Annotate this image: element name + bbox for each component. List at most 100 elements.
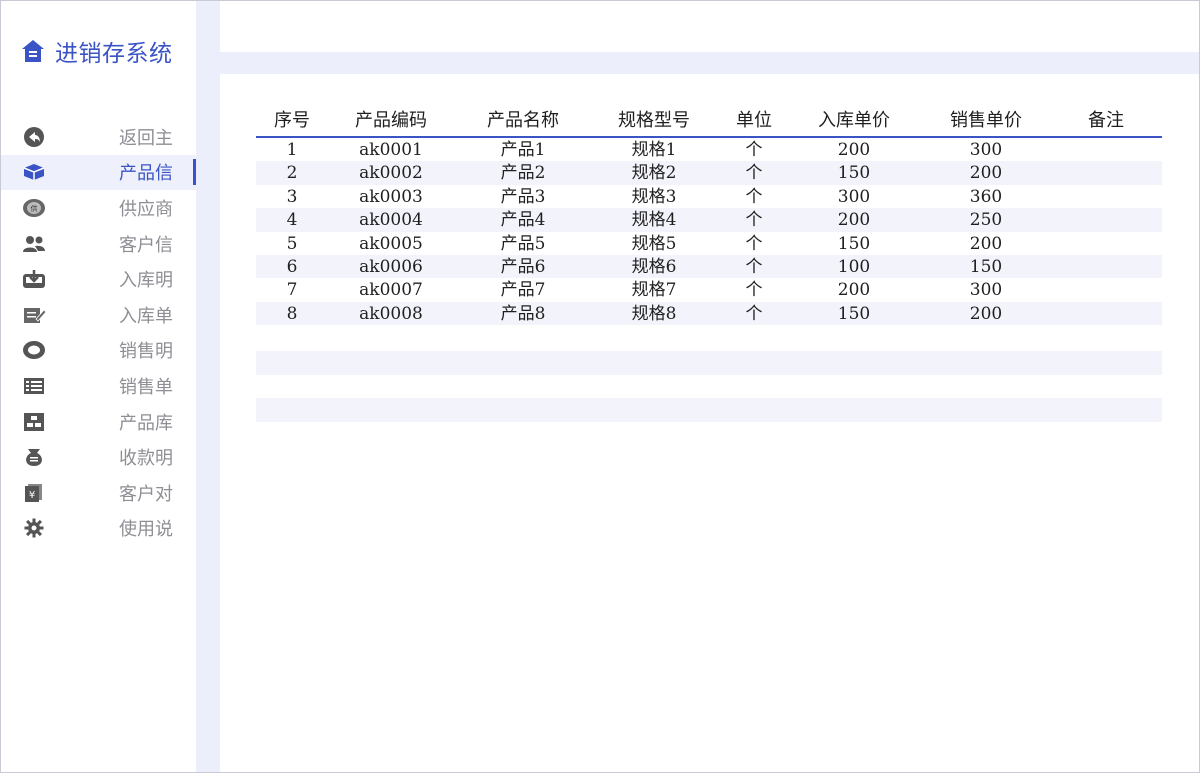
sidebar-item-label: 客户信 bbox=[119, 234, 173, 256]
cell-unit: 个 bbox=[745, 256, 763, 277]
gear-icon bbox=[21, 517, 47, 539]
sidebar-item-customer[interactable]: 客户信 bbox=[1, 226, 196, 262]
cell-unit: 个 bbox=[745, 140, 763, 160]
sidebar-item-payment-detail[interactable]: 收款明 bbox=[1, 439, 196, 475]
table-row[interactable]: 2 ak0002 产品2 规格2 个 150 200 bbox=[256, 161, 1162, 185]
cell-spec: 规格4 bbox=[631, 210, 677, 231]
cell-product-name: 产品7 bbox=[500, 280, 546, 301]
sidebar-item-label: 返回主 bbox=[119, 127, 173, 149]
cell-unit: 个 bbox=[745, 303, 763, 324]
sidebar-nav: 返回主 产品信 供 供应商 客户信 入库明 入库单 销售明 销售单 产品库 收款… bbox=[1, 119, 196, 546]
cell-product-name: 产品2 bbox=[500, 163, 546, 184]
table-row[interactable]: 1 ak0001 产品1 规格1 个 200 300 bbox=[256, 138, 1162, 162]
users-icon bbox=[21, 233, 47, 255]
column-header-product-name: 产品名称 bbox=[487, 110, 559, 131]
sidebar-item-sales-order[interactable]: 销售单 bbox=[1, 368, 196, 404]
cell-product-code: ak0006 bbox=[359, 256, 423, 277]
cell-index: 3 bbox=[286, 186, 298, 207]
table-row[interactable]: 3 ak0003 产品3 规格3 个 300 360 bbox=[256, 184, 1162, 209]
svg-text:¥: ¥ bbox=[29, 490, 35, 501]
back-arrow-icon bbox=[21, 126, 47, 148]
cell-unit: 个 bbox=[745, 163, 763, 184]
cell-sale-price: 200 bbox=[969, 233, 1003, 254]
supplier-badge-icon: 供 bbox=[21, 197, 47, 219]
cell-unit: 个 bbox=[745, 280, 763, 301]
cell-unit: 个 bbox=[745, 210, 763, 231]
column-header-remark: 备注 bbox=[1088, 110, 1124, 131]
cell-spec: 规格8 bbox=[631, 303, 677, 324]
money-bag-icon bbox=[21, 446, 47, 468]
cell-product-name: 产品1 bbox=[500, 140, 546, 160]
cell-purchase-price: 200 bbox=[837, 280, 871, 301]
table-row[interactable]: 6 ak0006 产品6 规格6 个 100 150 bbox=[256, 254, 1162, 279]
cell-index: 6 bbox=[286, 256, 298, 277]
column-header-index: 序号 bbox=[274, 110, 310, 131]
cell-sale-price: 360 bbox=[969, 186, 1003, 207]
brand: 进销存系统 bbox=[21, 31, 173, 71]
edit-form-icon bbox=[21, 304, 47, 326]
cell-spec: 规格3 bbox=[631, 186, 677, 207]
cell-spec: 规格6 bbox=[631, 256, 677, 277]
table-row[interactable]: 5 ak0005 产品5 规格5 个 150 200 bbox=[256, 231, 1162, 255]
cell-product-name: 产品6 bbox=[500, 256, 546, 277]
sidebar-item-label: 入库单 bbox=[119, 305, 173, 327]
cell-spec: 规格5 bbox=[631, 233, 677, 254]
sidebar-item-sales-detail[interactable]: 销售明 bbox=[1, 333, 196, 369]
cell-product-code: ak0001 bbox=[359, 140, 423, 160]
cell-index: 4 bbox=[286, 210, 298, 231]
sidebar: 进销存系统 返回主 产品信 供 供应商 客户信 入库明 入库单 销售明 销售单 … bbox=[1, 1, 196, 772]
sidebar-item-product-info[interactable]: 产品信 bbox=[1, 154, 196, 191]
cell-sale-price: 150 bbox=[969, 256, 1003, 277]
cell-product-code: ak0004 bbox=[359, 210, 423, 231]
box-icon bbox=[21, 161, 47, 183]
sidebar-item-label: 收款明 bbox=[119, 448, 173, 470]
svg-text:供: 供 bbox=[31, 204, 38, 213]
cell-product-code: ak0003 bbox=[359, 186, 423, 207]
cell-purchase-price: 200 bbox=[837, 140, 871, 160]
sidebar-item-label: 销售明 bbox=[119, 341, 173, 363]
cell-purchase-price: 200 bbox=[837, 210, 871, 231]
list-icon bbox=[21, 375, 47, 397]
sidebar-item-label: 产品库 bbox=[119, 412, 173, 434]
cell-product-name: 产品4 bbox=[500, 210, 546, 231]
sidebar-item-back-home[interactable]: 返回主 bbox=[1, 119, 196, 155]
warehouse-icon bbox=[21, 411, 47, 433]
cell-sale-price: 300 bbox=[969, 280, 1003, 301]
column-header-unit: 单位 bbox=[736, 110, 772, 131]
cell-purchase-price: 150 bbox=[837, 233, 871, 254]
cell-index: 5 bbox=[286, 233, 298, 254]
sidebar-item-user-guide[interactable]: 使用说 bbox=[1, 511, 196, 547]
sidebar-divider bbox=[196, 1, 220, 772]
home-icon bbox=[22, 40, 44, 62]
cell-index: 8 bbox=[286, 303, 298, 324]
sidebar-item-label: 供应商 bbox=[119, 198, 173, 220]
cell-spec: 规格7 bbox=[631, 280, 677, 301]
sidebar-item-supplier[interactable]: 供 供应商 bbox=[1, 190, 196, 226]
cell-unit: 个 bbox=[745, 233, 763, 254]
product-table: 序号 产品编码 产品名称 规格型号 单位 入库单价 销售单价 备注 1 ak000… bbox=[256, 100, 1162, 326]
cell-sale-price: 300 bbox=[969, 140, 1003, 160]
column-header-spec: 规格型号 bbox=[618, 110, 690, 131]
empty-row bbox=[256, 398, 1162, 422]
sidebar-item-label: 入库明 bbox=[119, 270, 173, 292]
sidebar-item-label: 销售单 bbox=[119, 376, 173, 398]
sidebar-item-stock-in-order[interactable]: 入库单 bbox=[1, 297, 196, 333]
cell-spec: 规格2 bbox=[631, 163, 677, 184]
table-row[interactable]: 7 ak0007 产品7 规格7 个 200 300 bbox=[256, 278, 1162, 302]
table-row[interactable]: 8 ak0008 产品8 规格8 个 150 200 bbox=[256, 301, 1162, 326]
column-header-purchase-price: 入库单价 bbox=[818, 110, 890, 131]
cell-purchase-price: 100 bbox=[837, 256, 871, 277]
app-title: 进销存系统 bbox=[55, 41, 173, 67]
sidebar-item-stock-in-detail[interactable]: 入库明 bbox=[1, 261, 196, 297]
cell-index: 7 bbox=[286, 280, 298, 301]
table-row[interactable]: 4 ak0004 产品4 规格4 个 200 250 bbox=[256, 208, 1162, 232]
sidebar-item-product-stock[interactable]: 产品库 bbox=[1, 404, 196, 440]
sidebar-item-label: 客户对 bbox=[119, 483, 173, 505]
sidebar-item-label: 产品信 bbox=[119, 163, 173, 185]
sidebar-item-customer-statement[interactable]: ¥ 客户对 bbox=[1, 475, 196, 511]
cell-index: 2 bbox=[286, 163, 298, 184]
cell-product-code: ak0007 bbox=[359, 280, 423, 301]
cell-product-name: 产品5 bbox=[500, 233, 546, 254]
yen-document-icon: ¥ bbox=[21, 482, 47, 504]
cell-sale-price: 250 bbox=[969, 210, 1003, 231]
